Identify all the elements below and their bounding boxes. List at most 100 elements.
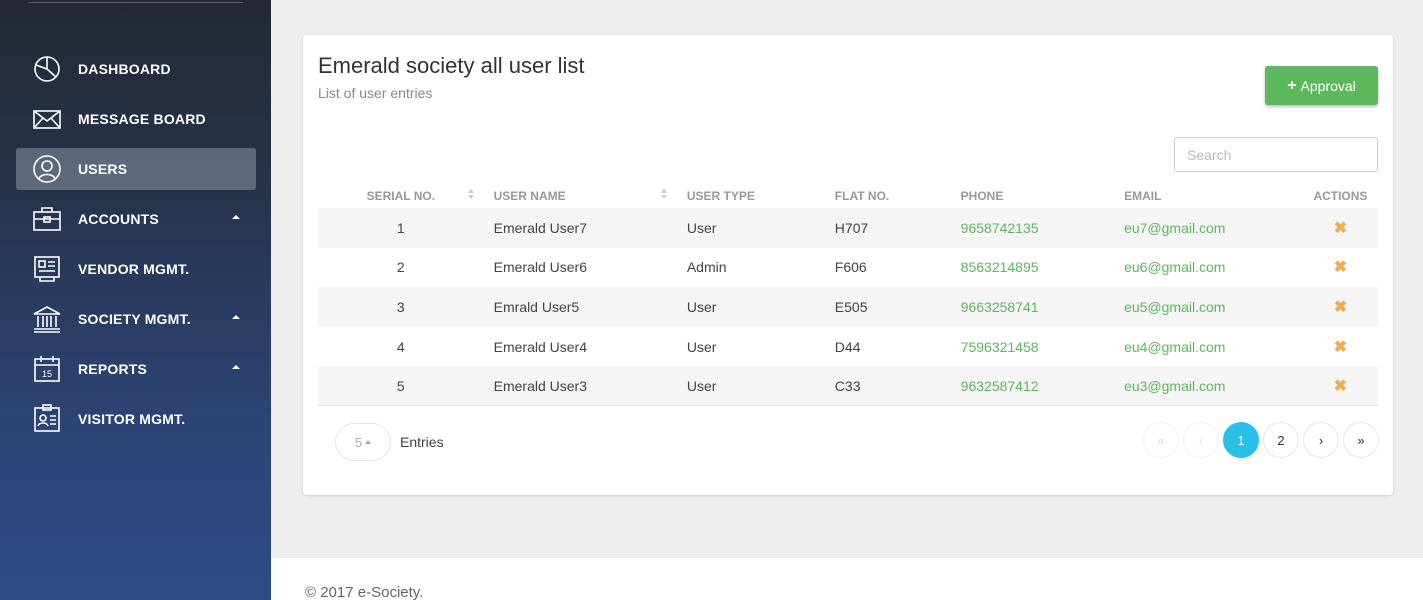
cell-flat-no: H707 xyxy=(834,219,869,236)
cell-flat-no: F606 xyxy=(834,259,867,276)
cell-phone: 9663258741 xyxy=(960,298,1039,315)
plus-icon: + xyxy=(1287,76,1297,94)
footer: © 2017 e-Society. xyxy=(271,558,1423,600)
cell-user-type: User xyxy=(686,338,717,355)
caret-up-icon xyxy=(365,440,372,444)
cell-user-name: Emerald User7 xyxy=(493,219,587,236)
cell-phone: 9658742135 xyxy=(960,219,1039,236)
page-button-2[interactable]: 2 xyxy=(1263,422,1299,458)
entries-value: 5 xyxy=(354,434,363,450)
sort-icon[interactable] xyxy=(467,189,474,201)
cell-serial: 2 xyxy=(396,259,405,276)
sidebar-item-label: REPORTS xyxy=(78,361,148,377)
first-page-button[interactable]: « xyxy=(1143,422,1179,458)
cell-email: eu4@gmail.com xyxy=(1124,338,1226,355)
sidebar-item-visitor-mgmt[interactable]: VISITOR MGMT. xyxy=(16,398,256,440)
column-header-user-name[interactable]: USER NAME xyxy=(484,183,677,208)
prev-page-button[interactable]: ‹ xyxy=(1183,422,1219,458)
cell-serial: 4 xyxy=(396,338,405,355)
cell-email: eu7@gmail.com xyxy=(1124,219,1226,236)
chevron-up-icon[interactable] xyxy=(232,315,240,319)
sidebar-item-label: DASHBOARD xyxy=(78,61,171,77)
copyright-text: © 2017 e-Society. xyxy=(305,584,424,600)
cell-phone: 8563214895 xyxy=(960,259,1039,276)
table-row: 3 Emrald User5 User E505 9663258741 eu5@… xyxy=(318,287,1378,327)
sort-icon[interactable] xyxy=(660,189,667,201)
calendar-icon: 15 xyxy=(32,354,62,384)
sidebar-item-label: ACCOUNTS xyxy=(78,211,159,227)
cell-actions: ✖ xyxy=(1303,287,1378,327)
sidebar-item-dashboard[interactable]: DASHBOARD xyxy=(16,48,256,90)
sidebar-item-vendor-mgmt[interactable]: VENDOR MGMT. xyxy=(16,248,256,290)
pagination: « ‹ 1 2 › » xyxy=(1143,422,1379,458)
cell-actions: ✖ xyxy=(1303,248,1378,288)
cell-user-type: Admin xyxy=(686,259,727,276)
cell-phone: 7596321458 xyxy=(960,338,1039,355)
cell-serial: 5 xyxy=(318,366,484,407)
sidebar-item-label: USERS xyxy=(78,161,128,177)
column-header-actions: ACTIONS xyxy=(1313,188,1368,203)
cell-user-name: Emrald User5 xyxy=(493,298,580,315)
cell-email: eu3@gmail.com xyxy=(1114,366,1303,407)
column-header-serial[interactable]: SERIAL NO. xyxy=(318,183,484,208)
cell-user-name: Emerald User4 xyxy=(493,338,587,355)
delete-icon[interactable]: ✖ xyxy=(1334,259,1347,276)
main-content: Emerald society all user list List of us… xyxy=(271,0,1423,600)
bank-icon xyxy=(32,304,62,334)
sidebar-item-label: VISITOR MGMT. xyxy=(78,411,186,427)
sidebar-item-society-mgmt[interactable]: SOCIETY MGMT. xyxy=(16,298,256,340)
cell-actions: ✖ xyxy=(1302,366,1378,407)
sidebar-item-users[interactable]: USERS xyxy=(16,148,256,190)
briefcase-icon xyxy=(32,204,62,234)
delete-icon[interactable]: ✖ xyxy=(1334,299,1347,316)
column-header-phone: PHONE xyxy=(960,188,1004,203)
search-input[interactable] xyxy=(1174,137,1378,172)
cell-user-name: Emerald User6 xyxy=(493,259,587,276)
cell-user-type: User xyxy=(686,298,717,315)
cell-actions: ✖ xyxy=(1303,327,1378,367)
dashboard-icon xyxy=(32,54,62,84)
delete-icon[interactable]: ✖ xyxy=(1334,339,1347,356)
chevron-up-icon[interactable] xyxy=(232,215,240,219)
chevron-up-icon[interactable] xyxy=(232,365,240,369)
users-table: SERIAL NO. USER NAME USER TYPE FLAT NO. … xyxy=(318,183,1378,407)
cell-email: eu5@gmail.com xyxy=(1124,298,1226,315)
entries-per-page-select[interactable]: 5 xyxy=(335,423,391,461)
entries-label: Entries xyxy=(400,434,444,450)
sidebar-item-message-board[interactable]: MESSAGE BOARD xyxy=(16,98,256,140)
cell-user-name: Emerald User3 xyxy=(483,366,677,407)
sidebar-item-accounts[interactable]: ACCOUNTS xyxy=(16,198,256,240)
table-row: 5 Emerald User3 User C33 9632587412 eu3@… xyxy=(318,366,1378,407)
cell-serial: 1 xyxy=(396,219,405,236)
sidebar-nav: DASHBOARD MESSAGE BOARD USERS ACCOUNTS V… xyxy=(16,48,256,448)
table-header-row: SERIAL NO. USER NAME USER TYPE FLAT NO. … xyxy=(318,183,1378,208)
approval-button[interactable]: + Approval xyxy=(1265,66,1378,105)
delete-icon[interactable]: ✖ xyxy=(1334,378,1347,395)
column-header-user-type: USER TYPE xyxy=(686,188,755,203)
table-row: 1 Emerald User7 User H707 9658742135 eu7… xyxy=(318,208,1378,248)
vendor-icon xyxy=(32,254,62,284)
approval-button-label: Approval xyxy=(1300,77,1356,94)
cell-flat-no: E505 xyxy=(834,298,868,315)
cell-flat-no: D44 xyxy=(834,338,861,355)
delete-icon[interactable]: ✖ xyxy=(1334,220,1347,237)
sidebar-item-label: MESSAGE BOARD xyxy=(78,111,206,127)
sidebar-divider xyxy=(28,2,243,3)
table-row: 4 Emerald User4 User D44 7596321458 eu4@… xyxy=(318,327,1378,367)
column-header-flat-no: FLAT NO. xyxy=(834,188,890,203)
next-page-button[interactable]: › xyxy=(1303,422,1339,458)
sidebar-item-label: VENDOR MGMT. xyxy=(78,261,190,277)
cell-user-type: User xyxy=(676,366,825,407)
sidebar-item-reports[interactable]: 15 REPORTS xyxy=(16,348,256,390)
last-page-button[interactable]: » xyxy=(1343,422,1379,458)
page-subtitle: List of user entries xyxy=(318,85,433,101)
cell-actions: ✖ xyxy=(1303,208,1378,248)
id-card-icon xyxy=(32,404,62,434)
user-list-card: Emerald society all user list List of us… xyxy=(303,35,1393,495)
cell-flat-no: C33 xyxy=(824,366,951,407)
page-button-1[interactable]: 1 xyxy=(1223,422,1259,458)
cell-serial: 3 xyxy=(396,298,405,315)
table-row: 2 Emerald User6 Admin F606 8563214895 eu… xyxy=(318,248,1378,288)
envelope-icon xyxy=(32,104,62,134)
user-icon xyxy=(32,154,62,184)
